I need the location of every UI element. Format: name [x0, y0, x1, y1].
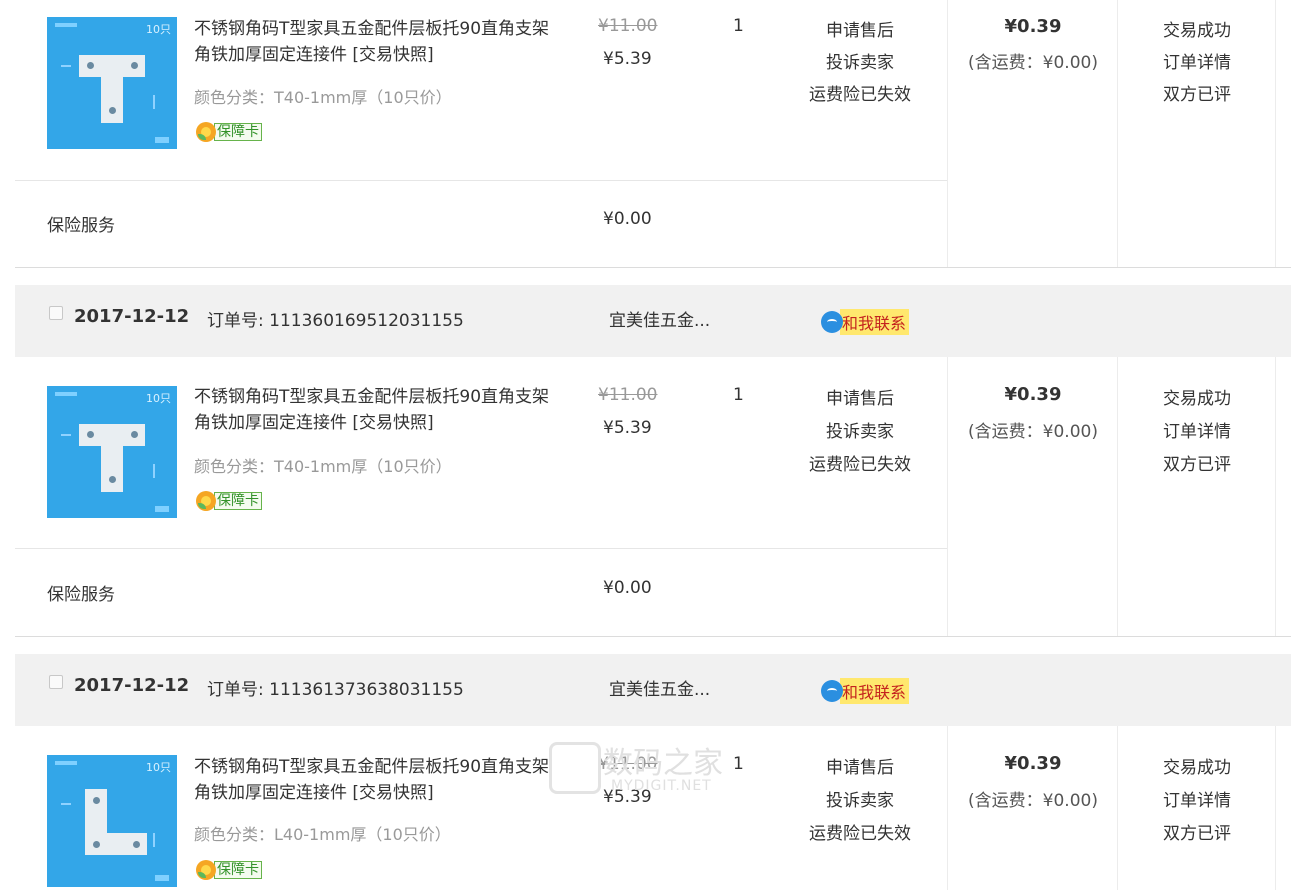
shop-name[interactable]: 宜美佳五金...	[609, 675, 710, 700]
order-total: ¥0.39	[1004, 753, 1062, 774]
flower-icon	[196, 122, 216, 142]
chat-bubble-icon	[821, 680, 843, 702]
shipping-insurance-status: 运费险已失效	[809, 85, 911, 105]
watermark: 数码之家 MYDIGIT.NET	[549, 738, 749, 798]
quantity: 1	[733, 16, 744, 36]
original-price: ¥11.00	[598, 16, 658, 36]
shipping-note: (含运费：¥0.00)	[968, 422, 1098, 442]
divider	[15, 267, 1291, 268]
insurance-label: 保险服务	[47, 216, 115, 236]
order-date: 2017-12-12	[74, 675, 190, 696]
order-status: 交易成功	[1163, 21, 1231, 41]
order-detail-link[interactable]: 订单详情	[1142, 417, 1252, 442]
flower-icon	[196, 860, 216, 880]
guarantee-badge[interactable]: 保障卡	[196, 491, 262, 511]
product-title[interactable]: 不锈钢角码T型家具五金配件层板托90直角支架角铁加厚固定连接件 [交易快照]	[194, 754, 564, 806]
apply-after-sale-link[interactable]: 申请售后	[790, 753, 930, 778]
guarantee-badge[interactable]: 保障卡	[196, 122, 262, 142]
chat-bubble-icon	[821, 311, 843, 333]
divider	[15, 180, 947, 181]
divider	[15, 636, 1291, 637]
order-status: 交易成功	[1163, 389, 1231, 409]
order-detail-link[interactable]: 订单详情	[1142, 786, 1252, 811]
product-thumbnail[interactable]: 10只	[47, 17, 177, 149]
review-status[interactable]: 双方已评	[1142, 819, 1252, 844]
order-status: 交易成功	[1163, 758, 1231, 778]
order-number: 订单号: 111361373638031155	[207, 680, 464, 700]
shipping-note: (含运费：¥0.00)	[968, 791, 1098, 811]
order-total: ¥0.39	[1004, 384, 1062, 405]
flower-icon	[196, 491, 216, 511]
shipping-note: (含运费：¥0.00)	[968, 53, 1098, 73]
apply-after-sale-link[interactable]: 申请售后	[790, 16, 930, 41]
insurance-price: ¥0.00	[603, 578, 652, 598]
complain-seller-link[interactable]: 投诉卖家	[790, 786, 930, 811]
apply-after-sale-link[interactable]: 申请售后	[790, 384, 930, 409]
shop-name[interactable]: 宜美佳五金...	[609, 306, 710, 331]
divider	[15, 548, 947, 549]
original-price: ¥11.00	[598, 385, 658, 405]
order-header: 2017-12-12 订单号: 111360169512031155 宜美佳五金…	[15, 285, 1291, 357]
insurance-price: ¥0.00	[603, 209, 652, 229]
review-status[interactable]: 双方已评	[1142, 450, 1252, 475]
shipping-insurance-status: 运费险已失效	[809, 824, 911, 844]
product-sku: 颜色分类：T40-1mm厚（10只价）	[194, 457, 452, 476]
product-title[interactable]: 不锈钢角码T型家具五金配件层板托90直角支架角铁加厚固定连接件 [交易快照]	[194, 384, 564, 436]
order-detail-link[interactable]: 订单详情	[1142, 48, 1252, 73]
order-number: 订单号: 111360169512031155	[207, 311, 464, 331]
insurance-label: 保险服务	[47, 585, 115, 605]
contact-seller-button[interactable]: 和我联系	[821, 678, 910, 704]
unit-price: ¥5.39	[603, 49, 652, 69]
order-date: 2017-12-12	[74, 306, 190, 327]
product-sku: 颜色分类：L40-1mm厚（10只价）	[194, 825, 451, 844]
product-sku: 颜色分类：T40-1mm厚（10只价）	[194, 88, 452, 107]
watermark-logo-icon	[549, 742, 601, 794]
quantity: 1	[733, 385, 744, 405]
complain-seller-link[interactable]: 投诉卖家	[790, 417, 930, 442]
product-title[interactable]: 不锈钢角码T型家具五金配件层板托90直角支架角铁加厚固定连接件 [交易快照]	[194, 16, 564, 68]
order-header: 2017-12-12 订单号: 111361373638031155 宜美佳五金…	[15, 654, 1291, 726]
review-status[interactable]: 双方已评	[1142, 80, 1252, 105]
shipping-insurance-status: 运费险已失效	[809, 455, 911, 475]
order-checkbox[interactable]	[49, 306, 63, 320]
contact-seller-button[interactable]: 和我联系	[821, 309, 910, 335]
order-total: ¥0.39	[1004, 16, 1062, 37]
product-thumbnail[interactable]: 10只	[47, 755, 177, 887]
guarantee-badge[interactable]: 保障卡	[196, 860, 262, 880]
order-checkbox[interactable]	[49, 675, 63, 689]
product-thumbnail[interactable]: 10只	[47, 386, 177, 518]
complain-seller-link[interactable]: 投诉卖家	[790, 48, 930, 73]
unit-price: ¥5.39	[603, 418, 652, 438]
